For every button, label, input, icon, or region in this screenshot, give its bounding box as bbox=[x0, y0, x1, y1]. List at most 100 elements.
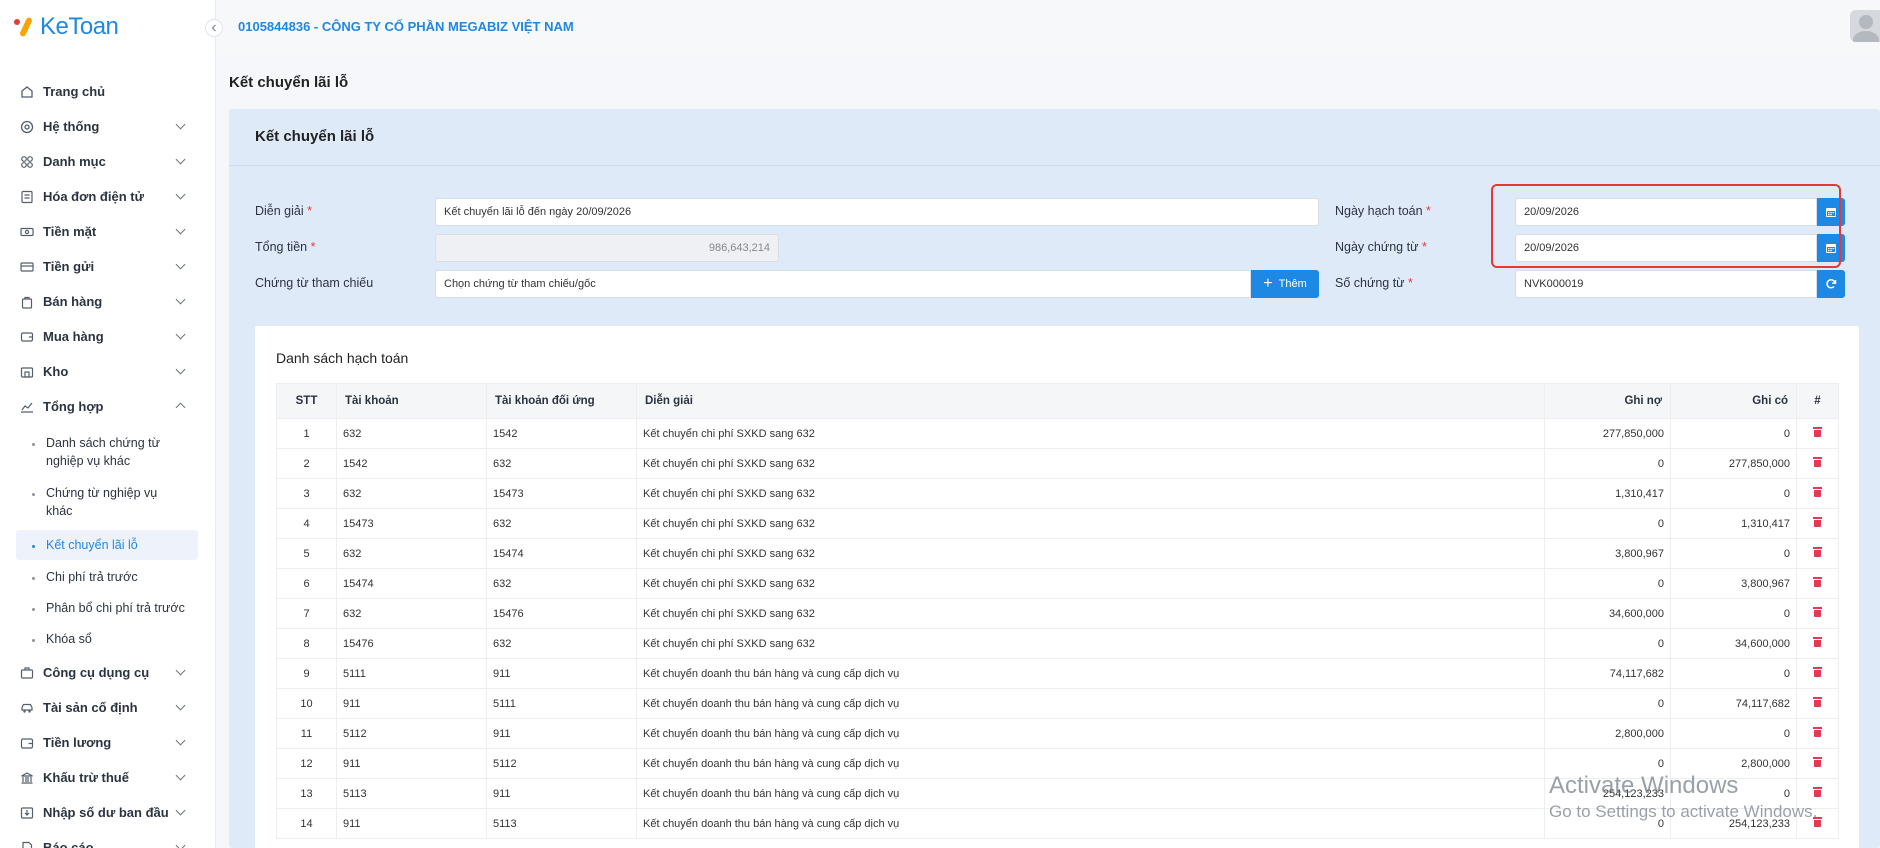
delete-row-icon[interactable] bbox=[1813, 607, 1822, 617]
delete-row-icon[interactable] bbox=[1813, 727, 1822, 737]
sidebar-item-he-thong[interactable]: Hệ thống bbox=[0, 109, 216, 144]
sidebar-item-tien-luong[interactable]: Tiền lương bbox=[0, 725, 216, 760]
delete-row-icon[interactable] bbox=[1813, 697, 1822, 707]
delete-row-icon[interactable] bbox=[1813, 637, 1822, 647]
cell-ghi-no[interactable]: 0 bbox=[1544, 688, 1671, 719]
add-reference-button[interactable]: + Thêm bbox=[1251, 270, 1319, 298]
cell-ghi-co[interactable]: 0 bbox=[1670, 598, 1797, 629]
cell-ghi-co[interactable]: 1,310,417 bbox=[1670, 508, 1797, 539]
cell-ghi-no[interactable]: 0 bbox=[1544, 508, 1671, 539]
sidebar-subitem-phan-bo[interactable]: Phân bổ chi phí trả trước bbox=[0, 593, 216, 623]
delete-row-icon[interactable] bbox=[1813, 757, 1822, 767]
table-row[interactable]: 4 15473 632 Kết chuyển chi phí SXKD sang 63… bbox=[276, 508, 1839, 539]
sidebar-item-bao-cao[interactable]: Báo cáo bbox=[0, 830, 216, 848]
delete-row-icon[interactable] bbox=[1813, 427, 1822, 437]
company-name[interactable]: 0105844836 - CÔNG TY CỔ PHẦN MEGABIZ VIỆ… bbox=[238, 19, 574, 34]
cell-tai-khoan[interactable]: 5111 bbox=[336, 658, 487, 689]
col-stt[interactable]: STT bbox=[276, 383, 337, 419]
delete-row-icon[interactable] bbox=[1813, 667, 1822, 677]
cell-dien-giai[interactable]: Kết chuyển chi phí SXKD sang 632 bbox=[636, 478, 1545, 509]
cell-ghi-no[interactable]: 3,800,967 bbox=[1544, 538, 1671, 569]
col-dien-giai[interactable]: Diễn giải bbox=[636, 383, 1545, 419]
cell-tai-khoan[interactable]: 632 bbox=[336, 418, 487, 449]
cell-ghi-no[interactable]: 0 bbox=[1544, 628, 1671, 659]
sidebar-item-hoa-don[interactable]: Hóa đơn điện tử bbox=[0, 179, 216, 214]
cell-tai-khoan[interactable]: 632 bbox=[336, 538, 487, 569]
cell-tai-khoan[interactable]: 632 bbox=[336, 598, 487, 629]
col-ghi-co[interactable]: Ghi có bbox=[1670, 383, 1797, 419]
cell-tai-khoan-doi-ung[interactable]: 911 bbox=[486, 778, 637, 809]
cell-ghi-no[interactable]: 1,310,417 bbox=[1544, 478, 1671, 509]
table-row[interactable]: 1 632 1542 Kết chuyển chi phí SXKD sang 632… bbox=[276, 418, 1839, 449]
sidebar-subitem-ket-chuyen-lai-lo[interactable]: Kết chuyển lãi lỗ bbox=[16, 530, 198, 560]
cell-dien-giai[interactable]: Kết chuyển chi phí SXKD sang 632 bbox=[636, 418, 1545, 449]
ngay-chung-tu-input[interactable]: 20/09/2026 bbox=[1515, 234, 1817, 262]
chung-tu-tham-chieu-select[interactable]: Chọn chứng từ tham chiếu/gốc bbox=[435, 270, 1251, 298]
app-logo[interactable]: KeToan bbox=[12, 12, 119, 42]
sidebar-subitem-chi-phi-tra-truoc[interactable]: Chi phí trả trước bbox=[0, 562, 216, 592]
sidebar-item-khau-tru-thue[interactable]: Khấu trừ thuế bbox=[0, 760, 216, 795]
cell-ghi-co[interactable]: 277,850,000 bbox=[1670, 448, 1797, 479]
ngay-hach-toan-calendar-button[interactable] bbox=[1817, 198, 1845, 226]
sidebar-item-ban-hang[interactable]: Bán hàng bbox=[0, 284, 216, 319]
cell-tai-khoan-doi-ung[interactable]: 5111 bbox=[486, 688, 637, 719]
cell-tai-khoan[interactable]: 1542 bbox=[336, 448, 487, 479]
table-row[interactable]: 9 5111 911 Kết chuyển doanh thu bán hàng và… bbox=[276, 658, 1839, 689]
table-row[interactable]: 8 15476 632 Kết chuyển chi phí SXKD sang 63… bbox=[276, 628, 1839, 659]
cell-tai-khoan[interactable]: 911 bbox=[336, 688, 487, 719]
cell-ghi-co[interactable]: 0 bbox=[1670, 658, 1797, 689]
cell-ghi-no[interactable]: 0 bbox=[1544, 568, 1671, 599]
cell-tai-khoan[interactable]: 15476 bbox=[336, 628, 487, 659]
cell-ghi-co[interactable]: 34,600,000 bbox=[1670, 628, 1797, 659]
sidebar-item-tien-gui[interactable]: Tiền gửi bbox=[0, 249, 216, 284]
cell-tai-khoan-doi-ung[interactable]: 632 bbox=[486, 628, 637, 659]
cell-dien-giai[interactable]: Kết chuyển chi phí SXKD sang 632 bbox=[636, 448, 1545, 479]
cell-dien-giai[interactable]: Kết chuyển chi phí SXKD sang 632 bbox=[636, 508, 1545, 539]
cell-tai-khoan[interactable]: 15474 bbox=[336, 568, 487, 599]
table-row[interactable]: 2 1542 632 Kết chuyển chi phí SXKD sang 632… bbox=[276, 448, 1839, 479]
sidebar-item-danh-muc[interactable]: Danh mục bbox=[0, 144, 216, 179]
cell-ghi-co[interactable]: 0 bbox=[1670, 538, 1797, 569]
cell-ghi-co[interactable]: 0 bbox=[1670, 718, 1797, 749]
ngay-chung-tu-calendar-button[interactable] bbox=[1817, 234, 1845, 262]
so-chung-tu-input[interactable]: NVK000019 bbox=[1515, 270, 1817, 298]
cell-ghi-no[interactable]: 277,850,000 bbox=[1544, 418, 1671, 449]
dien-giai-input[interactable]: Kết chuyển lãi lỗ đến ngày 20/09/2026 bbox=[435, 198, 1319, 226]
cell-ghi-no[interactable]: 2,800,000 bbox=[1544, 718, 1671, 749]
cell-tai-khoan-doi-ung[interactable]: 632 bbox=[486, 568, 637, 599]
cell-tai-khoan-doi-ung[interactable]: 5113 bbox=[486, 808, 637, 839]
cell-tai-khoan-doi-ung[interactable]: 1542 bbox=[486, 418, 637, 449]
cell-ghi-no[interactable]: 34,600,000 bbox=[1544, 598, 1671, 629]
cell-tai-khoan-doi-ung[interactable]: 15473 bbox=[486, 478, 637, 509]
table-row[interactable]: 3 632 15473 Kết chuyển chi phí SXKD sang 63… bbox=[276, 478, 1839, 509]
delete-row-icon[interactable] bbox=[1813, 457, 1822, 467]
sidebar-item-cong-cu[interactable]: Công cụ dụng cụ bbox=[0, 655, 216, 690]
sidebar-subitem-khoa-so[interactable]: Khóa sổ bbox=[0, 624, 216, 654]
delete-row-icon[interactable] bbox=[1813, 577, 1822, 587]
cell-dien-giai[interactable]: Kết chuyển doanh thu bán hàng và cung cấ… bbox=[636, 748, 1545, 779]
cell-ghi-no[interactable]: 0 bbox=[1544, 448, 1671, 479]
table-row[interactable]: 6 15474 632 Kết chuyển chi phí SXKD sang 63… bbox=[276, 568, 1839, 599]
cell-ghi-no[interactable]: 74,117,682 bbox=[1544, 658, 1671, 689]
avatar[interactable] bbox=[1850, 10, 1880, 42]
refresh-number-button[interactable] bbox=[1817, 270, 1845, 298]
ngay-hach-toan-input[interactable]: 20/09/2026 bbox=[1515, 198, 1817, 226]
cell-ghi-co[interactable]: 0 bbox=[1670, 478, 1797, 509]
cell-tai-khoan[interactable]: 632 bbox=[336, 478, 487, 509]
table-row[interactable]: 10 911 5111 Kết chuyển doanh thu bán hàng v… bbox=[276, 688, 1839, 719]
sidebar-item-tong-hop[interactable]: Tổng hợp bbox=[0, 389, 216, 424]
cell-tai-khoan-doi-ung[interactable]: 5112 bbox=[486, 748, 637, 779]
cell-ghi-co[interactable]: 3,800,967 bbox=[1670, 568, 1797, 599]
cell-ghi-co[interactable]: 74,117,682 bbox=[1670, 688, 1797, 719]
cell-tai-khoan-doi-ung[interactable]: 15476 bbox=[486, 598, 637, 629]
cell-tai-khoan-doi-ung[interactable]: 15474 bbox=[486, 538, 637, 569]
sidebar-item-tai-san[interactable]: Tài sản cố định bbox=[0, 690, 216, 725]
cell-ghi-co[interactable]: 0 bbox=[1670, 418, 1797, 449]
cell-dien-giai[interactable]: Kết chuyển doanh thu bán hàng và cung cấ… bbox=[636, 688, 1545, 719]
sidebar-collapse-button[interactable] bbox=[205, 19, 223, 37]
table-row[interactable]: 11 5112 911 Kết chuyển doanh thu bán hàng v… bbox=[276, 718, 1839, 749]
delete-row-icon[interactable] bbox=[1813, 547, 1822, 557]
sidebar-item-kho[interactable]: Kho bbox=[0, 354, 216, 389]
cell-dien-giai[interactable]: Kết chuyển doanh thu bán hàng và cung cấ… bbox=[636, 808, 1545, 839]
delete-row-icon[interactable] bbox=[1813, 487, 1822, 497]
